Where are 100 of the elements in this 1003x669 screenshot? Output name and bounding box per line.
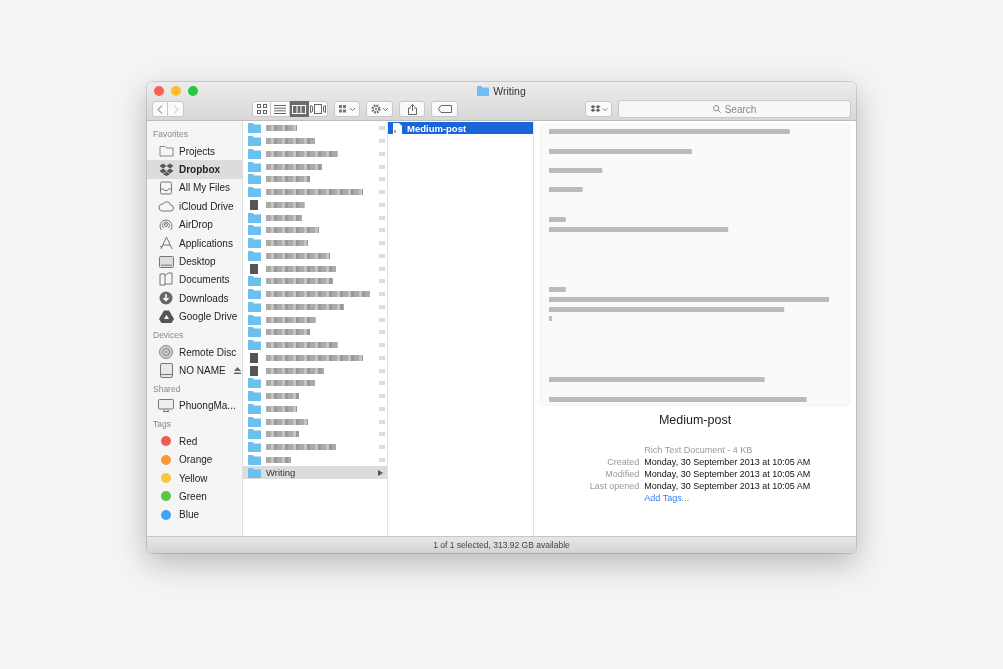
blurred-text [379, 394, 385, 399]
folder-icon [248, 187, 261, 198]
sidebar-item[interactable]: Dropbox [147, 160, 242, 179]
blurred-text [379, 253, 385, 258]
sidebar-heading: Favorites [152, 128, 189, 141]
sidebar-item[interactable]: Yellow [147, 468, 242, 488]
chevron-left-icon [157, 104, 163, 114]
blurred-text [266, 393, 300, 400]
blurred-text [266, 367, 325, 374]
disc-icon [159, 345, 173, 360]
grid-icon [338, 105, 356, 113]
window-title: Writing [493, 85, 526, 97]
blurred-text [379, 445, 385, 450]
sidebar-item[interactable]: iCloud Drive [147, 197, 242, 216]
sidebar-item[interactable]: Documents [147, 270, 242, 290]
folder-icon [248, 467, 261, 478]
folder-row[interactable]: Writing [243, 466, 387, 479]
file-icon [248, 352, 261, 363]
blurred-text [379, 202, 385, 207]
dropbox-icon [589, 104, 608, 114]
sidebar-item[interactable]: PhuongMa... [147, 396, 242, 416]
search-icon [712, 105, 721, 113]
blurred-text [379, 190, 385, 195]
folder-icon [158, 145, 174, 158]
folder-icon [248, 174, 261, 185]
share-icon [407, 103, 417, 115]
view-button[interactable] [290, 101, 309, 117]
view-button[interactable] [309, 101, 328, 117]
blurred-text [266, 329, 311, 336]
tags-button[interactable] [431, 101, 458, 117]
blurred-text [379, 228, 385, 233]
file-row[interactable]: Medium-post [388, 122, 533, 134]
folder-icon [248, 161, 261, 172]
file-cabinet-icon [159, 180, 173, 195]
blurred-text [379, 279, 385, 284]
blurred-text [379, 292, 385, 297]
blurred-text [266, 227, 319, 234]
blurred-text [266, 163, 322, 170]
blurred-text [379, 457, 385, 462]
blurred-text [379, 355, 385, 360]
disclosure-arrow-icon [378, 469, 383, 476]
view-button[interactable] [271, 101, 290, 117]
share-button[interactable] [399, 101, 425, 117]
dropbox-button[interactable] [585, 101, 612, 117]
sidebar-item[interactable]: Green [147, 487, 242, 506]
view-button[interactable] [252, 101, 271, 117]
blurred-text [379, 381, 385, 386]
arrange-button[interactable] [334, 101, 360, 117]
blurred-text [379, 151, 385, 156]
sidebar-item[interactable]: Applications [147, 233, 242, 253]
cover-flow-icon [310, 104, 326, 114]
sidebar-item[interactable]: Downloads [147, 289, 242, 308]
blurred-text [266, 138, 315, 145]
sidebar-item[interactable]: Google Drive [147, 307, 242, 326]
folder-icon [248, 212, 261, 223]
sidebar-item[interactable]: Red [147, 432, 242, 451]
folder-icon [248, 314, 261, 325]
file-icon [248, 199, 261, 210]
folder-icon [248, 276, 261, 287]
sidebar-item[interactable]: Projects [147, 142, 242, 161]
close-button[interactable] [154, 86, 164, 96]
info-value: Monday, 30 September 2013 at 10:05 AM [644, 468, 811, 480]
dropbox-icon [158, 163, 174, 177]
blurred-text [379, 126, 385, 131]
sidebar-item[interactable]: Remote Disc [147, 342, 242, 362]
folder-icon [248, 148, 261, 159]
blurred-text [266, 240, 308, 247]
sidebar-item[interactable]: All My Files [147, 178, 242, 198]
sidebar-heading: Shared [152, 382, 182, 396]
sidebar-item[interactable]: Desktop [147, 252, 242, 271]
file-icon [248, 365, 261, 376]
status-bar: 1 of 1 selected, 313.92 GB available [147, 536, 856, 553]
blurred-text [266, 252, 330, 259]
blurred-text [379, 164, 385, 169]
file-icon [248, 263, 261, 274]
sidebar-item[interactable]: Orange [147, 450, 242, 469]
columns-icon [292, 104, 306, 114]
info-value: Monday, 30 September 2013 at 10:05 AM [644, 456, 811, 468]
gear-icon [370, 104, 389, 114]
folder-icon [248, 289, 261, 300]
blurred-text [379, 177, 385, 182]
blurred-text [266, 431, 300, 438]
sidebar-heading: Devices [152, 328, 185, 342]
sidebar-item[interactable]: AirDrop [147, 215, 242, 234]
info-label: Modified [604, 468, 640, 480]
blurred-text [266, 405, 297, 412]
blurred-text [379, 215, 385, 220]
action-button[interactable] [366, 101, 393, 117]
blurred-text [266, 176, 311, 183]
add-tags-link[interactable]: Add Tags... [644, 493, 690, 503]
sidebar-heading: Tags [152, 418, 172, 432]
file-kind-size: Rich Text Document - 4 KB [644, 444, 754, 456]
sidebar-item[interactable]: NO NAME [147, 361, 242, 380]
folder-icon [248, 429, 261, 440]
drive-icon [159, 363, 173, 378]
sidebar-item[interactable]: Blue [147, 505, 242, 525]
eject-icon[interactable] [233, 367, 241, 374]
blurred-text [266, 265, 336, 272]
search-field[interactable]: Search [618, 100, 851, 118]
cloud-icon [158, 200, 174, 212]
